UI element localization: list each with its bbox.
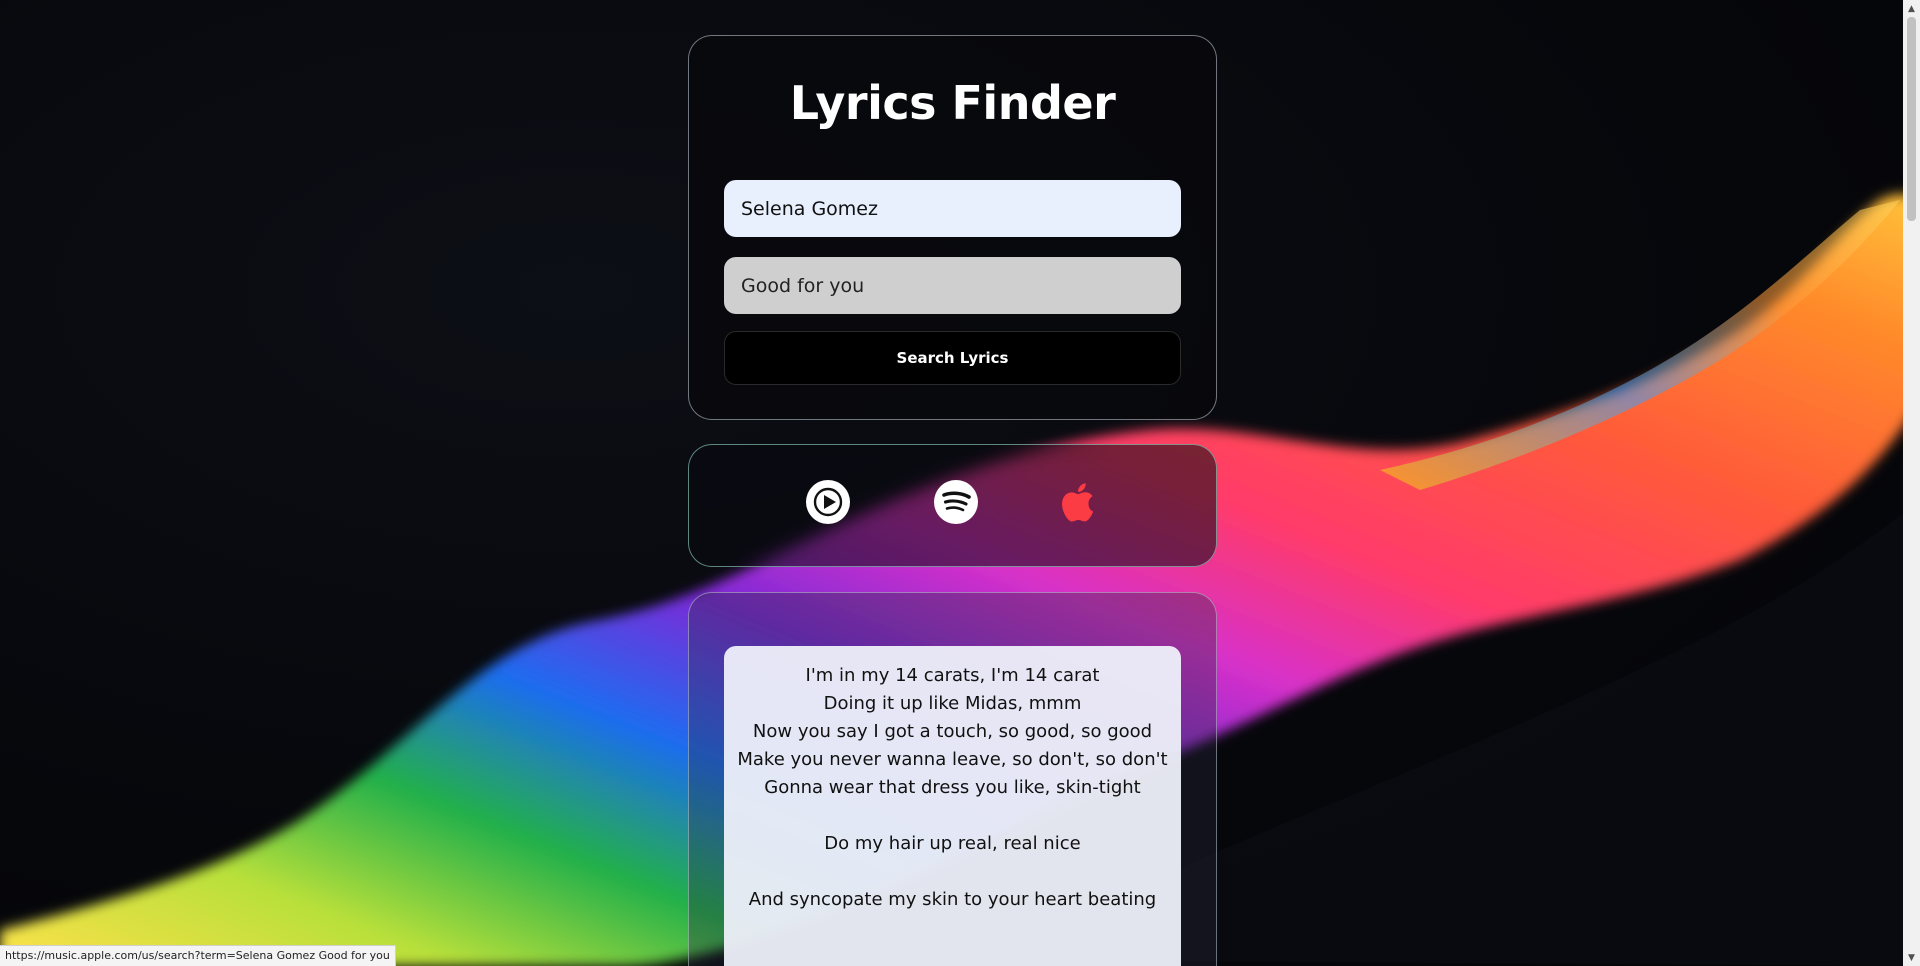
page-title: Lyrics Finder (789, 76, 1116, 130)
scroll-down-arrow-icon[interactable]: ▼ (1903, 949, 1920, 966)
lyric-line: And syncopate my skin to your heart beat… (748, 889, 1157, 910)
lyric-line: Do my hair up real, real nice (824, 833, 1081, 854)
link-status-url: https://music.apple.com/us/search?term=S… (0, 945, 396, 966)
song-input[interactable]: Good for you (724, 257, 1181, 314)
lyrics-text-box: I'm in my 14 carats, I'm 14 carat Doing … (724, 646, 1181, 966)
lyric-line: I'm in my 14 carats, I'm 14 carat (805, 665, 1100, 686)
streaming-services-panel (688, 444, 1217, 567)
artist-input[interactable]: Selena Gomez (724, 180, 1181, 237)
lyric-line: Gonna wear that dress you like, skin-tig… (764, 777, 1141, 798)
lyric-line-blank (724, 858, 1181, 886)
lyric-line: Doing it up like Midas, mmm (823, 693, 1082, 714)
spotify-link[interactable] (933, 479, 979, 525)
apple-icon (1062, 483, 1094, 522)
scroll-up-arrow-icon[interactable]: ▲ (1903, 0, 1920, 17)
search-panel: Lyrics Finder Selena Gomez Good for you … (688, 35, 1217, 420)
apple-music-link[interactable] (1057, 479, 1103, 525)
lyrics-panel: I'm in my 14 carats, I'm 14 carat Doing … (688, 592, 1217, 966)
scrollbar-thumb[interactable] (1907, 17, 1916, 221)
page-background: Lyrics Finder Selena Gomez Good for you … (0, 0, 1920, 966)
lyric-line-blank (724, 802, 1181, 830)
page-scrollbar[interactable]: ▲ ▼ (1903, 0, 1920, 966)
search-lyrics-button[interactable]: Search Lyrics (724, 331, 1181, 385)
lyric-line: Now you say I got a touch, so good, so g… (752, 721, 1153, 742)
lyric-line: Make you never wanna leave, so don't, so… (737, 749, 1168, 770)
play-circle-icon (806, 480, 850, 524)
youtube-music-link[interactable] (805, 479, 851, 525)
spotify-icon (934, 480, 978, 524)
